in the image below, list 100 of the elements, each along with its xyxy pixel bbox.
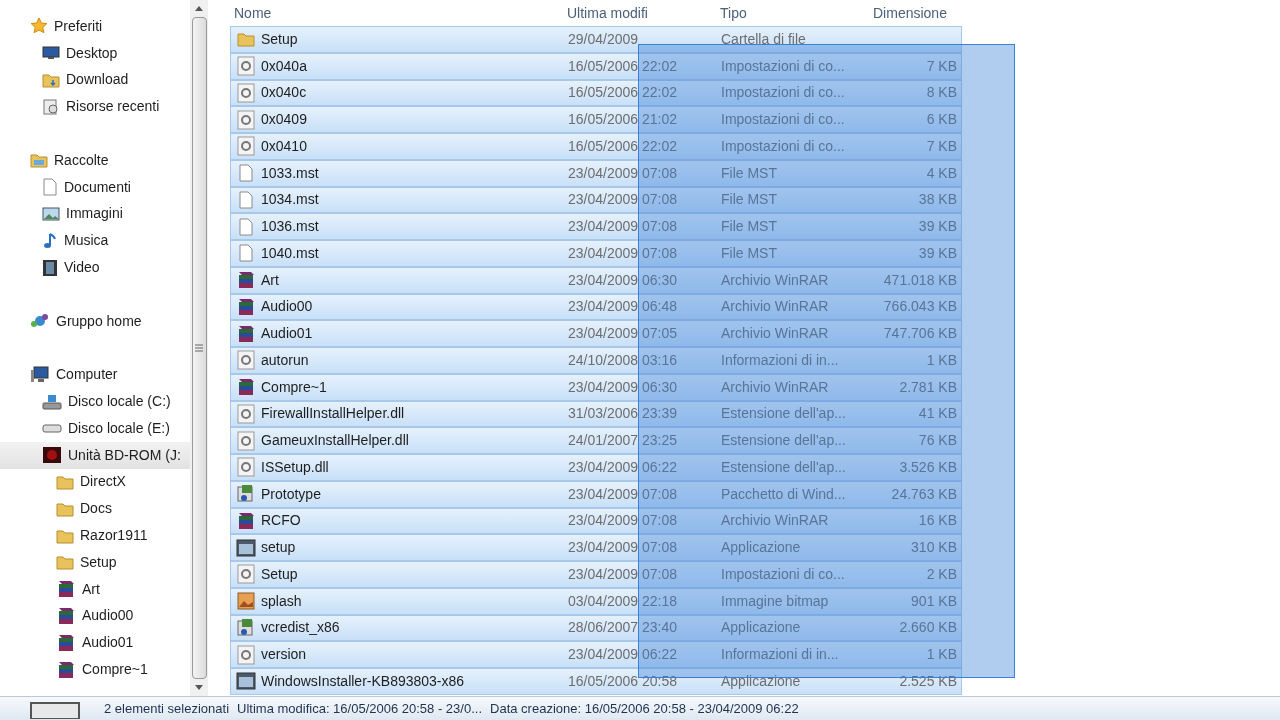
file-type: Impostazioni di co... — [721, 110, 846, 130]
file-date: 23/04/2009 06:22 — [568, 645, 678, 665]
file-name: autorun — [261, 350, 310, 370]
gear-file-icon — [237, 564, 255, 585]
file-row[interactable]: Setup 29/04/2009 Cartella di file — [230, 26, 962, 53]
scrollbar[interactable] — [190, 0, 208, 696]
file-row[interactable]: FirewallInstallHelper.dll 31/03/2006 23:39 Estensione dell'ap... 41 KB — [230, 400, 962, 428]
star-icon — [30, 17, 48, 36]
file-row[interactable]: setup 23/04/2009 07:08 Applicazione 310 KB — [230, 534, 962, 561]
document-icon — [42, 178, 58, 197]
file-size: 7 KB — [925, 56, 957, 76]
scroll-up-icon[interactable] — [195, 6, 203, 11]
sidebar-item[interactable]: Video — [0, 254, 190, 281]
sidebar-item[interactable]: Desktop — [0, 39, 190, 67]
sidebar-item[interactable]: Download — [0, 66, 190, 94]
sidebar-item[interactable]: Disco locale (E:) — [0, 414, 190, 442]
sidebar-item[interactable]: Audio00 — [0, 602, 190, 630]
file-row[interactable]: 0x040c 16/05/2006 22:02 Impostazioni di co... 8 KB — [230, 79, 962, 107]
file-type: Applicazione — [721, 671, 802, 691]
sidebar-item[interactable]: Unità BD-ROM (J: — [0, 441, 190, 469]
file-row[interactable]: Art 23/04/2009 06:30 Archivio WinRAR 471.018 KB — [230, 266, 962, 294]
column-header[interactable]: Ultima modifi — [567, 2, 720, 24]
file-size: 24.763 KB — [890, 484, 957, 504]
scrollbar-thumb[interactable] — [191, 17, 207, 679]
file-row[interactable]: 0x040a 16/05/2006 22:02 Impostazioni di co... 7 KB — [230, 52, 962, 80]
sidebar-group-header[interactable]: Preferiti — [0, 13, 190, 40]
column-header[interactable]: Dimensione — [873, 2, 958, 24]
file-name: Setup — [261, 29, 299, 49]
sidebar-item[interactable]: Setup — [0, 548, 190, 576]
file-row[interactable]: version 23/04/2009 06:22 Informazioni di in... 1 KB — [230, 641, 962, 668]
file-name: 0x040c — [261, 83, 308, 103]
sidebar-item[interactable]: Audio01 — [0, 629, 190, 657]
file-row[interactable]: Setup 23/04/2009 07:08 Impostazioni di co... 2 KB — [230, 561, 962, 588]
folder-icon — [56, 554, 74, 571]
file-row[interactable]: 0x0410 16/05/2006 22:02 Impostazioni di co... 7 KB — [230, 133, 962, 160]
film-icon — [42, 258, 58, 277]
file-row[interactable]: autorun 24/10/2008 03:16 Informazioni di in... 1 KB — [230, 347, 962, 374]
file-row[interactable]: Prototype 23/04/2009 07:08 Pacchetto di Wind... 24.763 KB — [230, 480, 962, 508]
sidebar-group-header[interactable]: Gruppo home — [0, 307, 190, 335]
file-type: Applicazione — [721, 618, 802, 638]
archive-books-icon — [56, 605, 76, 626]
file-row[interactable]: 1033.mst 23/04/2009 07:08 File MST 4 KB — [230, 159, 962, 187]
file-size: 2.660 KB — [898, 618, 957, 638]
sidebar-item[interactable]: Docs — [0, 495, 190, 523]
file-type: File MST — [721, 243, 778, 263]
sidebar-item[interactable]: Documenti — [0, 173, 190, 201]
file-type: Estensione dell'ap... — [721, 431, 847, 451]
recent-places-icon — [42, 98, 60, 115]
file-date: 23/04/2009 07:08 — [568, 190, 678, 210]
folder-icon — [42, 72, 60, 88]
file-type: Impostazioni di co... — [721, 564, 846, 584]
image-icon — [42, 205, 60, 222]
file-row[interactable]: 1040.mst 23/04/2009 07:08 File MST 39 KB — [230, 240, 962, 267]
sidebar-group-header[interactable]: Computer — [0, 361, 190, 389]
sidebar-item[interactable]: Art — [0, 575, 190, 603]
file-date: 31/03/2006 23:39 — [568, 404, 678, 424]
file-date: 28/06/2007 23:40 — [568, 618, 678, 638]
column-header[interactable]: Nome — [230, 2, 567, 24]
sidebar-item[interactable]: Risorse recenti — [0, 93, 190, 121]
gear-file-icon — [237, 136, 255, 157]
file-size: 471.018 KB — [882, 270, 957, 290]
file-size: 1 KB — [925, 350, 957, 370]
file-row[interactable]: 1034.mst 23/04/2009 07:08 File MST 38 KB — [230, 186, 962, 214]
file-row[interactable]: ISSetup.dll 23/04/2009 06:22 Estensione dell'ap... 3.526 KB — [230, 454, 962, 481]
archive-books-icon — [236, 510, 256, 531]
sidebar-item[interactable]: Immagini — [0, 200, 190, 228]
sidebar-item[interactable]: DirectX — [0, 468, 190, 496]
file-size: 8 KB — [925, 83, 957, 103]
file-size: 4 KB — [925, 163, 957, 183]
file-type: Cartella di file — [721, 29, 807, 49]
application-window-icon — [236, 672, 256, 691]
archive-books-icon — [56, 632, 76, 653]
archive-books-icon — [236, 270, 256, 291]
file-row[interactable]: RCFO 23/04/2009 07:08 Archivio WinRAR 16 KB — [230, 507, 962, 535]
sidebar-item[interactable]: Compre~1 — [0, 656, 190, 683]
file-type: Applicazione — [721, 538, 802, 558]
file-size: 310 KB — [910, 538, 957, 558]
file-row[interactable]: splash 03/04/2009 22:18 Immagine bitmap 901 KB — [230, 587, 962, 615]
file-name: 0x0410 — [261, 136, 308, 156]
file-row[interactable]: 1036.mst 23/04/2009 07:08 File MST 39 KB — [230, 213, 962, 240]
sidebar-item[interactable]: Musica — [0, 227, 190, 255]
sidebar-item[interactable]: Disco locale (C:) — [0, 388, 190, 415]
file-row[interactable]: Compre~1 23/04/2009 06:30 Archivio WinRAR 2.781 KB — [230, 373, 962, 401]
file-row[interactable]: Audio00 23/04/2009 06:48 Archivio WinRAR 766.043 KB — [230, 293, 962, 321]
file-row[interactable]: 0x0409 16/05/2006 21:02 Impostazioni di co... 6 KB — [230, 106, 962, 133]
installer-icon — [236, 617, 256, 638]
file-type: Impostazioni di co... — [721, 56, 846, 76]
file-row[interactable]: GameuxInstallHelper.dll 24/01/2007 23:25 Estensione dell'ap... 76 KB — [230, 427, 962, 454]
file-name: RCFO — [261, 511, 302, 531]
column-header[interactable]: Tipo — [720, 2, 873, 24]
file-date: 23/04/2009 07:08 — [568, 538, 678, 558]
file-row[interactable]: Audio01 23/04/2009 07:05 Archivio WinRAR 747.706 KB — [230, 320, 962, 347]
sidebar-item[interactable]: Razor1911 — [0, 522, 190, 549]
file-size: 766.043 KB — [882, 297, 957, 317]
file-row[interactable]: vcredist_x86 28/06/2007 23:40 Applicazione 2.660 KB — [230, 614, 962, 642]
file-name: 1033.mst — [261, 163, 320, 183]
sidebar-group-header[interactable]: Raccolte — [0, 147, 190, 174]
scroll-down-icon[interactable] — [195, 685, 203, 690]
file-name: version — [261, 645, 308, 665]
archive-books-icon — [236, 377, 256, 398]
